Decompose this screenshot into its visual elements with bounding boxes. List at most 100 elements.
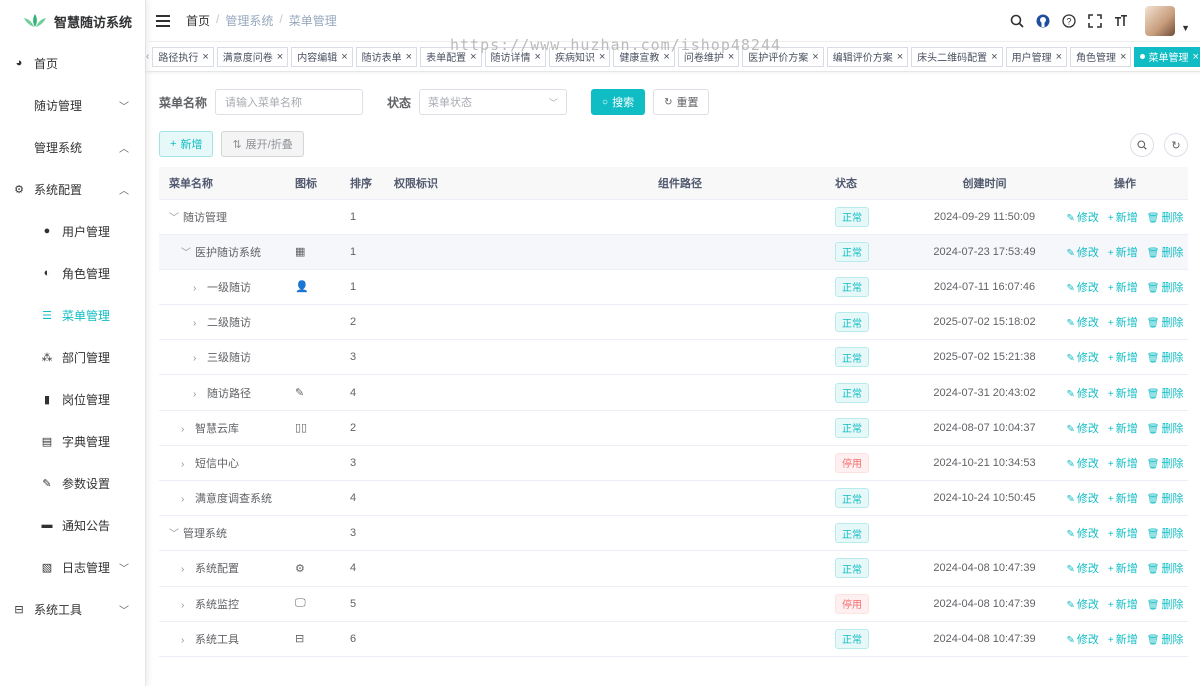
close-icon[interactable]: ×	[1120, 51, 1126, 63]
chevron-right-icon[interactable]: ›	[181, 600, 191, 611]
delete-button[interactable]: 🗑 删除	[1147, 634, 1184, 646]
tab-tag[interactable]: 路径执行 ×	[152, 46, 214, 67]
close-icon[interactable]: ×	[1056, 51, 1062, 63]
add-child-button[interactable]: + 新增	[1108, 352, 1138, 364]
add-child-button[interactable]: + 新增	[1108, 282, 1138, 294]
status-select[interactable]: 菜单状态 ﹀	[419, 89, 568, 115]
table-row[interactable]: ﹀ 管理系统 3 正常 ✎ 修改 + 新增 🗑 删除	[159, 515, 1188, 552]
caret-down-icon[interactable]: ▼	[1181, 23, 1190, 33]
help-icon[interactable]: ?	[1061, 13, 1077, 29]
tab-tag[interactable]: 床头二维码配置 ×	[911, 46, 1003, 67]
chevron-right-icon[interactable]: ›	[181, 424, 191, 435]
sidebar-item[interactable]: ⚙ 系统配置 ︿	[0, 168, 145, 210]
close-icon[interactable]: ×	[406, 51, 412, 63]
table-row[interactable]: › 短信中心 3 停用 2024-10-21 10:34:53 ✎ 修改 + 新增 🗑 删除	[159, 445, 1188, 482]
sidebar-item[interactable]: ▮ 岗位管理	[0, 378, 145, 420]
chevron-down-icon[interactable]: ﹀	[169, 525, 179, 540]
fullscreen-icon[interactable]	[1087, 13, 1103, 29]
chevron-down-icon[interactable]: ﹀	[169, 209, 179, 224]
delete-button[interactable]: 🗑 删除	[1147, 317, 1184, 329]
edit-button[interactable]: ✎ 修改	[1067, 563, 1099, 575]
delete-button[interactable]: 🗑 删除	[1147, 212, 1184, 224]
table-row[interactable]: › 三级随访 3 正常 2025-07-02 15:21:38 ✎ 修改 + 新增 🗑 删除	[159, 339, 1188, 376]
sidebar-item[interactable]: ✎ 参数设置	[0, 462, 145, 504]
sidebar-item[interactable]: 管理系统 ︿	[0, 126, 145, 168]
table-row[interactable]: ﹀ 医护随访系统 ▦ 1 正常 2024-07-23 17:53:49 ✎ 修改 + 新增 🗑 删除	[159, 234, 1188, 270]
refresh-icon[interactable]: ↻	[1164, 133, 1188, 157]
tab-tag[interactable]: 满意度问卷 ×	[216, 46, 289, 67]
chevron-right-icon[interactable]: ›	[193, 283, 203, 294]
add-button[interactable]: + 新增	[159, 131, 214, 157]
add-child-button[interactable]: + 新增	[1108, 423, 1138, 435]
table-row[interactable]: › 系统配置 ⚙ 4 正常 2024-04-08 10:47:39 ✎ 修改 + 新增 🗑 删除	[159, 550, 1188, 587]
delete-button[interactable]: 🗑 删除	[1147, 352, 1184, 364]
sidebar-item[interactable]: ◐ 角色管理	[0, 252, 145, 294]
breadcrumb-home[interactable]: 首页	[186, 12, 210, 29]
edit-button[interactable]: ✎ 修改	[1067, 212, 1099, 224]
search-icon[interactable]	[1009, 13, 1025, 29]
add-child-button[interactable]: + 新增	[1108, 212, 1138, 224]
add-child-button[interactable]: + 新增	[1108, 458, 1138, 470]
table-row[interactable]: › 二级随访 2 正常 2025-07-02 15:18:02 ✎ 修改 + 新增 🗑 删除	[159, 304, 1188, 341]
edit-button[interactable]: ✎ 修改	[1067, 352, 1099, 364]
add-child-button[interactable]: + 新增	[1108, 247, 1138, 259]
hamburger-icon[interactable]	[156, 14, 170, 27]
edit-button[interactable]: ✎ 修改	[1067, 493, 1099, 505]
edit-button[interactable]: ✎ 修改	[1067, 317, 1099, 329]
reset-button[interactable]: ↻ 重置	[653, 89, 710, 115]
tab-tag[interactable]: 角色管理 ×	[1070, 46, 1132, 67]
close-icon[interactable]: ×	[341, 51, 347, 63]
toggle-search-icon[interactable]	[1130, 133, 1154, 157]
chevron-right-icon[interactable]: ›	[181, 494, 191, 505]
sidebar-item[interactable]: ▤ 字典管理	[0, 420, 145, 462]
chevron-right-icon[interactable]: ›	[181, 635, 191, 646]
edit-button[interactable]: ✎ 修改	[1067, 599, 1099, 611]
add-child-button[interactable]: + 新增	[1108, 493, 1138, 505]
edit-button[interactable]: ✎ 修改	[1067, 458, 1099, 470]
sidebar-item[interactable]: ☰ 菜单管理	[0, 294, 145, 336]
table-row[interactable]: ﹀ 随访管理 1 正常 2024-09-29 11:50:09 ✎ 修改 + 新增 🗑 删除	[159, 199, 1188, 235]
close-icon[interactable]: ×	[277, 51, 283, 63]
sidebar-item[interactable]: ▧ 日志管理 ﹀	[0, 546, 145, 588]
sidebar-item[interactable]: ▬ 通知公告	[0, 504, 145, 546]
chevron-right-icon[interactable]: ›	[193, 389, 203, 400]
chevron-right-icon[interactable]: ›	[193, 353, 203, 364]
avatar[interactable]	[1145, 6, 1176, 36]
edit-button[interactable]: ✎ 修改	[1067, 634, 1099, 646]
close-icon[interactable]: ×	[897, 51, 903, 63]
add-child-button[interactable]: + 新增	[1108, 634, 1138, 646]
delete-button[interactable]: 🗑 删除	[1147, 423, 1184, 435]
table-row[interactable]: › 系统监控 🖵 5 停用 2024-04-08 10:47:39 ✎ 修改 + 新增 🗑 删除	[159, 586, 1188, 622]
tab-tag[interactable]: 菜单管理 ×	[1134, 46, 1200, 67]
chevron-right-icon[interactable]: ›	[181, 459, 191, 470]
chevron-down-icon[interactable]: ﹀	[181, 244, 191, 259]
chevron-right-icon[interactable]: ›	[193, 318, 203, 329]
delete-button[interactable]: 🗑 删除	[1147, 528, 1184, 540]
edit-button[interactable]: ✎ 修改	[1067, 423, 1099, 435]
github-icon[interactable]	[1035, 13, 1051, 29]
edit-button[interactable]: ✎ 修改	[1067, 282, 1099, 294]
sidebar-item[interactable]: ● 用户管理	[0, 210, 145, 252]
sidebar-item[interactable]: ◕ 首页	[0, 42, 145, 84]
close-icon[interactable]: ×	[991, 51, 997, 63]
edit-button[interactable]: ✎ 修改	[1067, 247, 1099, 259]
close-icon[interactable]: ×	[812, 51, 818, 63]
edit-button[interactable]: ✎ 修改	[1067, 528, 1099, 540]
table-row[interactable]: › 随访路径 ✎ 4 正常 2024-07-31 20:43:02 ✎ 修改 + 新增 🗑 删除	[159, 374, 1188, 411]
add-child-button[interactable]: + 新增	[1108, 599, 1138, 611]
delete-button[interactable]: 🗑 删除	[1147, 493, 1184, 505]
delete-button[interactable]: 🗑 删除	[1147, 599, 1184, 611]
close-icon[interactable]: ×	[202, 51, 208, 63]
tab-tag[interactable]: 用户管理 ×	[1005, 46, 1068, 67]
close-icon[interactable]: ×	[1192, 51, 1198, 63]
table-row[interactable]: › 智慧云库 ▯▯ 2 正常 2024-08-07 10:04:37 ✎ 修改 + 新增 🗑 删除	[159, 410, 1188, 446]
delete-button[interactable]: 🗑 删除	[1147, 458, 1184, 470]
sidebar-item[interactable]: 随访管理 ﹀	[0, 84, 145, 126]
tab-tag[interactable]: 随访表单 ×	[355, 46, 418, 67]
add-child-button[interactable]: + 新增	[1108, 528, 1138, 540]
table-row[interactable]: › 系统工具 ⊟ 6 正常 2024-04-08 10:47:39 ✎ 修改 + 新增 🗑 删除	[159, 621, 1188, 657]
edit-button[interactable]: ✎ 修改	[1067, 388, 1099, 400]
add-child-button[interactable]: + 新增	[1108, 388, 1138, 400]
tab-tag[interactable]: 内容编辑 ×	[291, 46, 353, 67]
search-button[interactable]: ○ 搜索	[591, 89, 646, 115]
